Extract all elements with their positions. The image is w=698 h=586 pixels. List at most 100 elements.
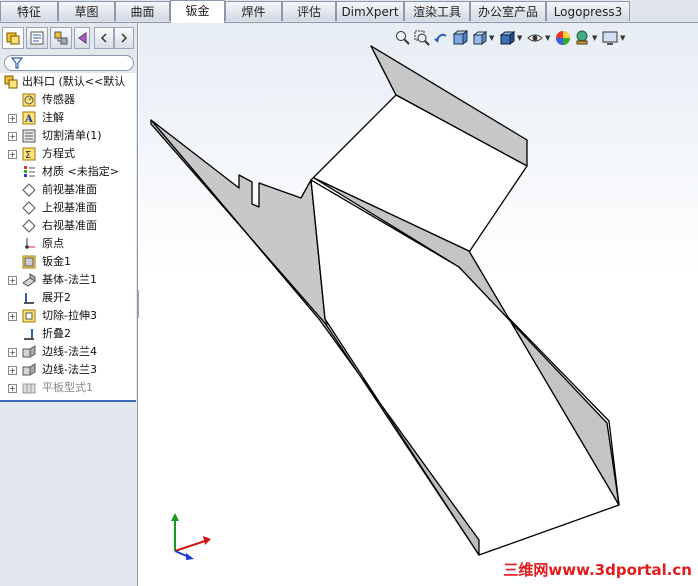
cut-extrude-icon (22, 309, 36, 323)
tree-item-label: 折叠2 (42, 327, 71, 340)
tree-item-fold[interactable]: 折叠2 (0, 325, 136, 343)
expand-icon[interactable]: + (8, 384, 17, 393)
tree-item-front-plane[interactable]: 前视基准面 (0, 181, 136, 199)
tree-filter-input[interactable] (4, 55, 134, 71)
tree-item-cut-extrude[interactable]: + 切除-拉伸3 (0, 307, 136, 325)
watermark: 三维网www.3dportal.cn (503, 561, 692, 579)
tree-item-label: 前视基准面 (42, 183, 97, 196)
tab-weldments[interactable]: 焊件 (225, 1, 282, 21)
feature-tree-icon (6, 32, 20, 45)
feature-manager-tab[interactable] (2, 27, 24, 49)
expand-icon[interactable]: + (8, 276, 17, 285)
expand-icon[interactable]: + (8, 132, 17, 141)
tree-item-edge-flange-4[interactable]: + 边线-法兰4 (0, 343, 136, 361)
tree-item-flat-pattern[interactable]: + 平板型式1 (0, 379, 136, 397)
tree-item-label: 基体-法兰1 (42, 273, 97, 286)
scroll-right-button[interactable] (114, 27, 134, 49)
tree-item-origin[interactable]: 原点 (0, 235, 136, 253)
material-icon (24, 166, 35, 177)
configuration-manager-tab[interactable] (50, 27, 72, 49)
tab-office-products[interactable]: 办公室产品 (470, 1, 546, 21)
fold-icon (24, 329, 34, 340)
chevron-left-icon (100, 33, 107, 43)
tree-root-label: 出料口 (默认<<默认 (22, 75, 126, 88)
tree-item-sheet-metal[interactable]: 钣金1 (0, 253, 136, 271)
plane-icon (22, 219, 36, 233)
tree-item-base-flange[interactable]: + 基体-法兰1 (0, 271, 136, 289)
tree-item-cut-list[interactable]: + 切割清单(1) (0, 127, 136, 145)
tree-item-label: 传感器 (42, 93, 75, 106)
tree-item-top-plane[interactable]: 上视基准面 (0, 199, 136, 217)
feature-manager-panel: 出料口 (默认<<默认 传感器 + A 注解 + 切割清单(1) + Σ 方程式… (0, 23, 138, 586)
equation-icon: Σ (22, 147, 36, 161)
sheet-metal-model[interactable] (139, 23, 698, 586)
tree-item-label: 注解 (42, 111, 64, 124)
svg-text:Σ: Σ (25, 150, 31, 161)
property-icon (30, 31, 44, 45)
plane-icon (22, 183, 36, 197)
tree-item-material[interactable]: 材质 <未指定> (0, 163, 136, 181)
display-manager-tab[interactable] (74, 27, 90, 49)
x-axis-icon (174, 540, 206, 552)
edge-flange-icon (22, 345, 36, 358)
unfold-icon (24, 293, 34, 304)
tree-item-right-plane[interactable]: 右视基准面 (0, 217, 136, 235)
x-arrow-icon (203, 536, 211, 545)
z-arrow-icon (186, 553, 194, 560)
sheet-metal-icon (22, 255, 36, 269)
tree-item-label: 平板型式1 (42, 381, 93, 394)
tree-item-label: 原点 (42, 237, 64, 250)
tab-logopress3[interactable]: Logopress3 (546, 1, 630, 21)
configuration-icon (54, 31, 68, 45)
tab-sketch[interactable]: 草图 (58, 1, 115, 21)
tree-item-label: 边线-法兰4 (42, 345, 97, 358)
tree-item-label: 上视基准面 (42, 201, 97, 214)
flat-pattern-icon (22, 383, 36, 394)
tree-item-sensors[interactable]: 传感器 (0, 91, 136, 109)
graphics-area[interactable]: ▼ ▼ ▼ ▼ ▼ 三维网www.3dportal.cn (139, 23, 698, 586)
tab-evaluate[interactable]: 评估 (282, 1, 336, 21)
cut-list-icon (22, 129, 36, 143)
tree-item-label: 右视基准面 (42, 219, 97, 232)
coordinate-triad (171, 513, 211, 560)
svg-text:A: A (24, 114, 33, 125)
tree-item-label: 方程式 (42, 147, 75, 160)
command-manager-tabs: 特征 草图 曲面 钣金 焊件 评估 DimXpert 渲染工具 办公室产品 Lo… (0, 0, 698, 23)
filter-icon (11, 57, 23, 69)
tab-surfaces[interactable]: 曲面 (115, 1, 170, 21)
tree-item-label: 切除-拉伸3 (42, 309, 97, 322)
feature-tree: 出料口 (默认<<默认 传感器 + A 注解 + 切割清单(1) + Σ 方程式… (0, 73, 136, 401)
tree-root[interactable]: 出料口 (默认<<默认 (0, 73, 136, 91)
part-icon (4, 75, 18, 89)
chevron-right-icon (121, 33, 128, 43)
y-arrow-icon (171, 513, 179, 521)
tree-item-label: 展开2 (42, 291, 71, 304)
base-flange-icon (22, 273, 36, 287)
tree-item-label: 钣金1 (42, 255, 71, 268)
scroll-left-button[interactable] (94, 27, 114, 49)
panel-tabs (2, 27, 136, 51)
tab-features[interactable]: 特征 (0, 1, 58, 21)
tree-item-edge-flange-3[interactable]: + 边线-法兰3 (0, 361, 136, 379)
tab-sheet-metal[interactable]: 钣金 (170, 0, 225, 23)
tab-render-tools[interactable]: 渲染工具 (404, 1, 470, 21)
property-manager-tab[interactable] (26, 27, 48, 49)
expand-icon[interactable]: + (8, 366, 17, 375)
plane-icon (22, 201, 36, 215)
origin-icon (25, 238, 35, 249)
rollback-bar[interactable] (0, 400, 136, 402)
tree-item-label: 切割清单(1) (42, 129, 102, 142)
sensor-icon (22, 93, 36, 107)
tree-item-equations[interactable]: + Σ 方程式 (0, 145, 136, 163)
tab-dimxpert[interactable]: DimXpert (336, 1, 404, 21)
expand-icon[interactable]: + (8, 114, 17, 123)
expand-icon[interactable]: + (8, 312, 17, 321)
tree-item-annotations[interactable]: + A 注解 (0, 109, 136, 127)
tree-item-label: 材质 <未指定> (42, 165, 119, 178)
expand-icon[interactable]: + (8, 348, 17, 357)
display-icon (78, 32, 87, 44)
expand-icon[interactable]: + (8, 150, 17, 159)
edge-flange-icon (22, 363, 36, 376)
tree-item-unfold[interactable]: 展开2 (0, 289, 136, 307)
annotation-icon: A (22, 111, 36, 125)
